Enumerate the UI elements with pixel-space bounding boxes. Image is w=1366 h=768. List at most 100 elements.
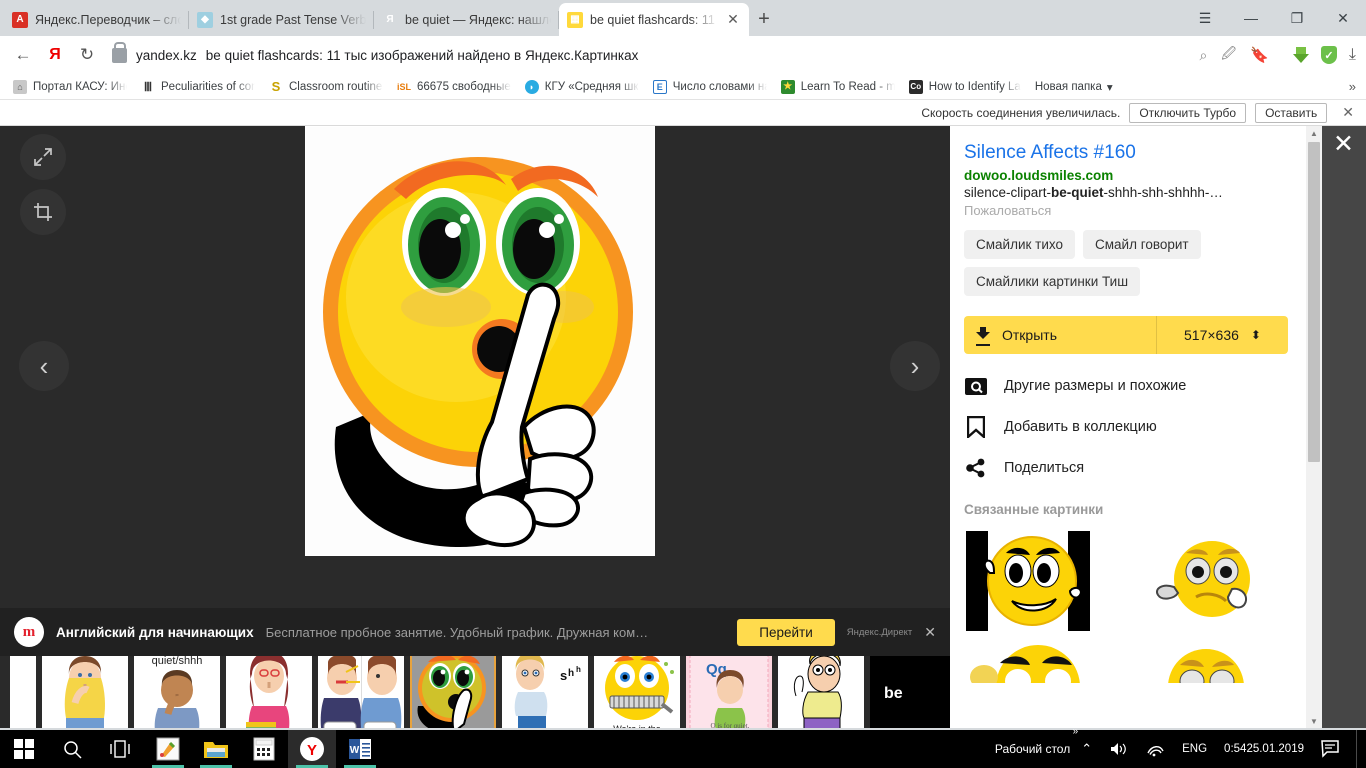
show-desktop-button[interactable] bbox=[1356, 730, 1362, 768]
panel-scrollbar[interactable]: ▲ ▼ bbox=[1306, 126, 1322, 728]
chevron-icon: » bbox=[1072, 726, 1079, 737]
scroll-up-icon[interactable]: ▲ bbox=[1306, 126, 1322, 140]
bookmark-item[interactable]: Ⅲ Peculiarities of con bbox=[134, 76, 262, 98]
paint-icon bbox=[156, 737, 180, 761]
bookmarks-overflow-button[interactable]: » bbox=[1349, 79, 1360, 94]
scrollbar-thumb[interactable] bbox=[1308, 142, 1320, 462]
adguard-shield-icon[interactable]: ✓ bbox=[1320, 46, 1337, 64]
close-window-button[interactable]: ✕ bbox=[1320, 0, 1366, 36]
maximize-button[interactable]: ❐ bbox=[1274, 0, 1320, 36]
source-path: silence-clipart-be-quiet-shhh-shh-shhhh-… bbox=[964, 185, 1288, 200]
query-chip[interactable]: Смайл говорит bbox=[1083, 230, 1201, 259]
browser-menu-button[interactable]: ☰ bbox=[1182, 0, 1228, 36]
windows-logo-icon bbox=[14, 739, 34, 759]
calculator-app[interactable] bbox=[240, 730, 288, 768]
related-image[interactable] bbox=[964, 527, 1118, 635]
bookmark-item[interactable]: S Classroom routines bbox=[262, 76, 390, 98]
prev-image-button[interactable]: ‹ bbox=[19, 341, 69, 391]
bookmark-item[interactable]: iSL 66675 свободные bbox=[390, 76, 518, 98]
thumbnail-item[interactable] bbox=[42, 656, 128, 728]
bookmark-favicon: ★ bbox=[780, 79, 795, 94]
thumbnail-item-selected[interactable] bbox=[410, 656, 496, 728]
ad-cta-button[interactable]: Перейти bbox=[737, 618, 835, 646]
bookmark-label: Learn To Read - mo bbox=[800, 80, 895, 93]
bookmark-label: КГУ «Средняя шко bbox=[544, 80, 639, 93]
main-image[interactable] bbox=[305, 126, 655, 556]
yandex-home-icon[interactable]: Я bbox=[40, 40, 70, 70]
related-image[interactable] bbox=[1126, 643, 1280, 683]
thumbnail-item[interactable]: quiet/shhh bbox=[134, 656, 220, 728]
downloads-icon[interactable]: ⤓ bbox=[1349, 46, 1356, 64]
zoom-icon[interactable]: ⌕ bbox=[1199, 47, 1207, 64]
thumbnail-item[interactable]: be bbox=[870, 656, 950, 728]
paint-app[interactable] bbox=[144, 730, 192, 768]
thumbnail-item[interactable]: We're in the bbox=[594, 656, 680, 728]
open-image-button[interactable]: Открыть bbox=[964, 316, 1156, 354]
address-bar[interactable]: yandex.kz be quiet flashcards: 11 тыс из… bbox=[104, 40, 1277, 70]
thumbnail-item[interactable] bbox=[10, 656, 36, 728]
bookmark-folder[interactable]: Новая папка ▾ bbox=[1028, 80, 1120, 94]
thumbnail-item[interactable]: Qq Q is for quiet. bbox=[686, 656, 772, 728]
language-indicator[interactable]: ENG bbox=[1173, 730, 1216, 768]
minimize-button[interactable]: — bbox=[1228, 0, 1274, 36]
turbo-rocket-icon[interactable]: 🖉 bbox=[1221, 43, 1236, 67]
tab-2[interactable]: Я be quiet — Яндекс: нашлос bbox=[374, 3, 559, 36]
back-button[interactable]: ← bbox=[8, 40, 38, 70]
tab-1[interactable]: ◆ 1st grade Past Tense Verbs F bbox=[189, 3, 374, 36]
ad-title[interactable]: Английский для начинающих bbox=[56, 625, 254, 640]
tab-0[interactable]: A Яндекс.Переводчик – слов bbox=[4, 3, 189, 36]
share-action[interactable]: Поделиться bbox=[964, 458, 1288, 478]
bookmark-icon[interactable]: 🔖 bbox=[1250, 46, 1269, 64]
search-button[interactable] bbox=[48, 730, 96, 768]
reload-button[interactable]: ↻ bbox=[72, 40, 102, 70]
word-icon: W bbox=[349, 739, 371, 759]
panel-actions: Другие размеры и похожие Добавить в колл… bbox=[964, 376, 1288, 478]
tab-3-active[interactable]: ▦ be quiet flashcards: 11 ты ✕ bbox=[559, 3, 749, 36]
report-link[interactable]: Пожаловаться bbox=[964, 203, 1288, 218]
notifications-icon[interactable] bbox=[1312, 730, 1350, 768]
bookmark-item[interactable]: ⌂ Портал КАСУ: Инс bbox=[6, 76, 134, 98]
ad-close-button[interactable]: ✕ bbox=[924, 624, 936, 641]
bookmark-favicon: ⌂ bbox=[13, 79, 27, 94]
expand-icon[interactable] bbox=[20, 134, 66, 180]
thumbnail-item[interactable] bbox=[226, 656, 312, 728]
turbo-disable-button[interactable]: Отключить Турбо bbox=[1129, 102, 1247, 123]
turbo-keep-button[interactable]: Оставить bbox=[1255, 102, 1328, 123]
thumbnail-item[interactable] bbox=[318, 656, 404, 728]
source-site[interactable]: dowoo.loudsmiles.com bbox=[964, 168, 1288, 183]
svg-text:quiet/shhh: quiet/shhh bbox=[152, 656, 203, 667]
volume-icon[interactable] bbox=[1101, 730, 1137, 768]
add-to-collection-action[interactable]: Добавить в коллекцию bbox=[964, 416, 1288, 438]
query-chip[interactable]: Смайлик тихо bbox=[964, 230, 1075, 259]
file-explorer-app[interactable] bbox=[192, 730, 240, 768]
show-desktop-label[interactable]: Рабочий стол » bbox=[986, 726, 1078, 768]
clock[interactable]: 0:54 25.01.2019 bbox=[1216, 730, 1312, 768]
bookmark-item[interactable]: E Число словами на bbox=[646, 76, 774, 98]
thumbnail-item[interactable]: s h h bbox=[502, 656, 588, 728]
other-sizes-action[interactable]: Другие размеры и похожие bbox=[964, 376, 1288, 396]
scroll-down-icon[interactable]: ▼ bbox=[1306, 714, 1322, 728]
crop-icon[interactable] bbox=[20, 189, 66, 235]
download-manager-icon[interactable] bbox=[1292, 47, 1309, 63]
tab-close-button[interactable]: ✕ bbox=[725, 11, 741, 28]
next-image-button[interactable]: › bbox=[890, 341, 940, 391]
close-icon[interactable]: ✕ bbox=[1333, 132, 1354, 157]
bookmark-item[interactable]: Co How to Identify La bbox=[902, 76, 1028, 98]
image-title[interactable]: Silence Affects #160 bbox=[964, 142, 1288, 164]
query-chip[interactable]: Смайлики картинки Тиш bbox=[964, 267, 1141, 296]
word-app[interactable]: W bbox=[336, 730, 384, 768]
bookmark-item[interactable]: ◗ КГУ «Средняя шко bbox=[518, 76, 646, 98]
image-size-selector[interactable]: 517×636 ⬍ bbox=[1156, 316, 1288, 354]
tab-title: 1st grade Past Tense Verbs F bbox=[220, 12, 366, 27]
task-view-button[interactable] bbox=[96, 730, 144, 768]
thumbnail-item[interactable] bbox=[778, 656, 864, 728]
yandex-browser-app[interactable]: Y bbox=[288, 730, 336, 768]
start-button[interactable] bbox=[0, 730, 48, 768]
new-tab-button[interactable]: + bbox=[749, 4, 779, 34]
bookmark-item[interactable]: ★ Learn To Read - mo bbox=[774, 76, 902, 98]
extension-icons: ✓ ⤓ bbox=[1279, 46, 1356, 64]
related-image[interactable] bbox=[1126, 527, 1280, 635]
turbo-close-button[interactable]: ✕ bbox=[1336, 104, 1354, 121]
wifi-icon[interactable] bbox=[1137, 730, 1173, 768]
related-image[interactable] bbox=[964, 643, 1118, 683]
